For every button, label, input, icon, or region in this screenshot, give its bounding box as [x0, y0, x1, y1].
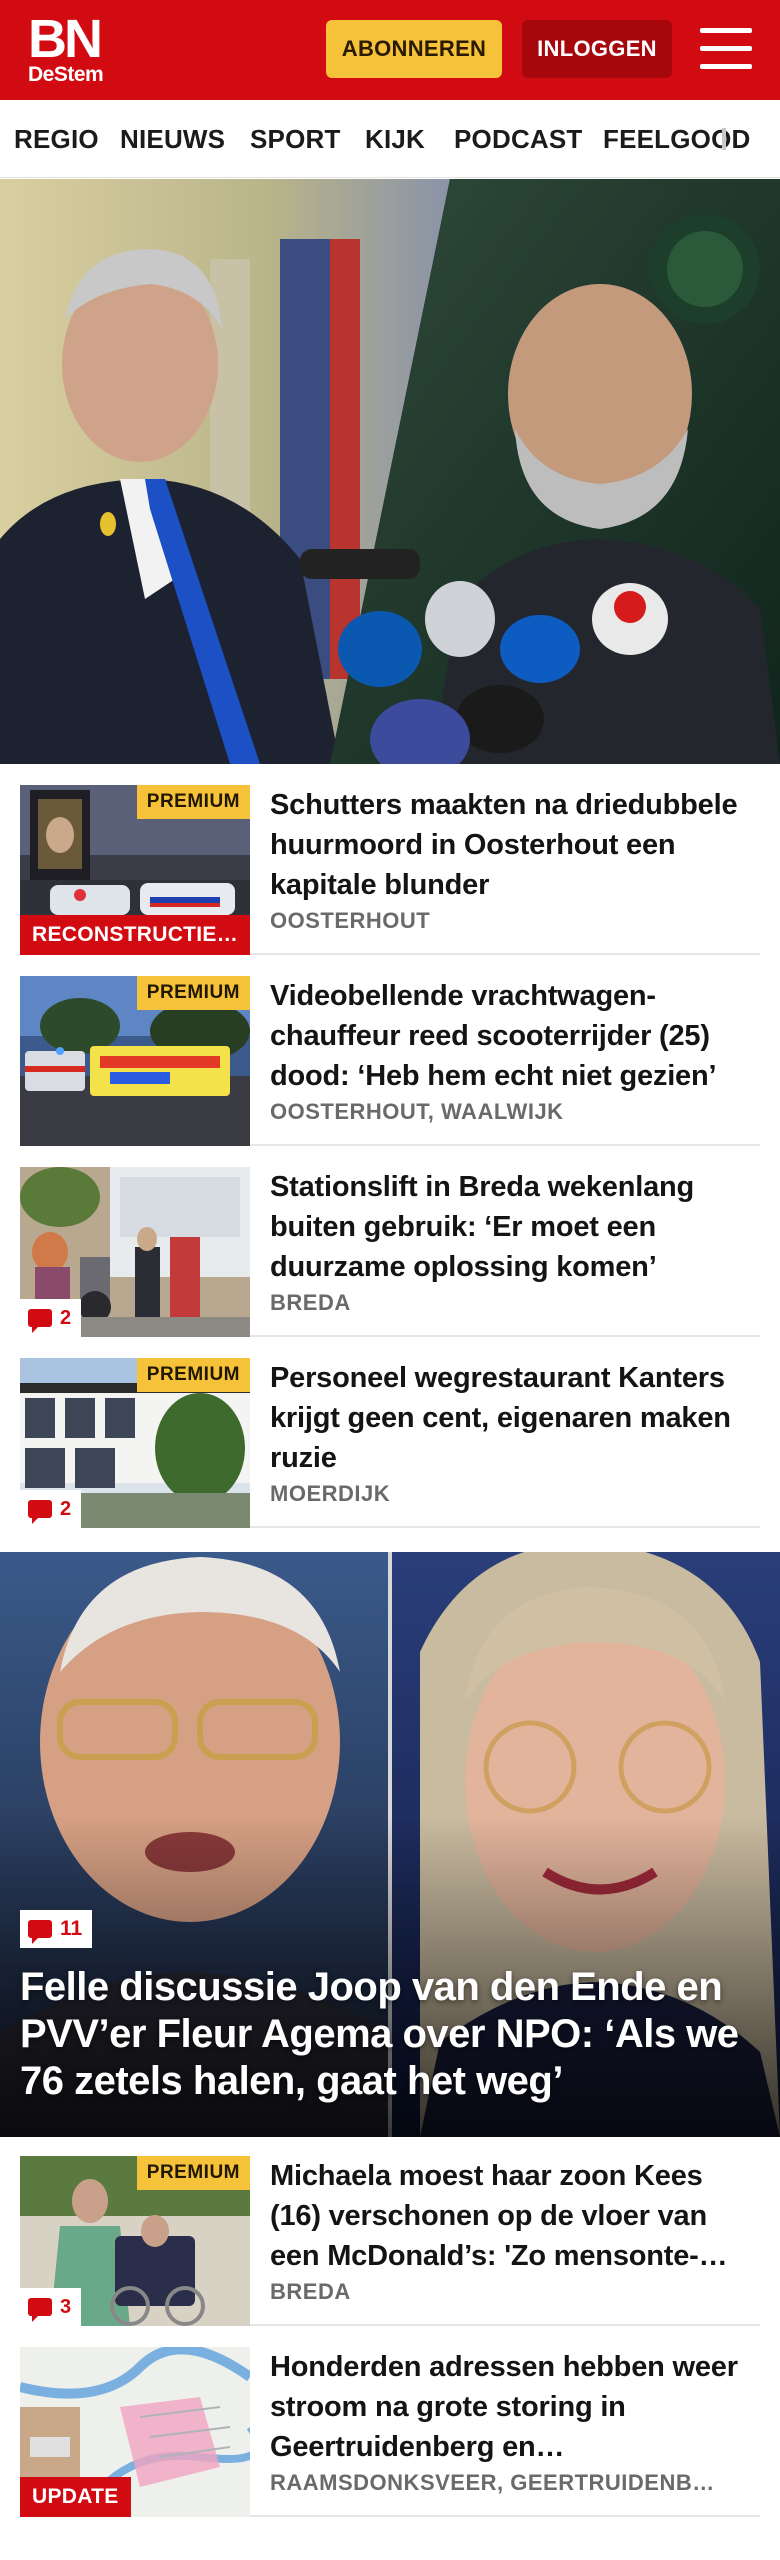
logo-main-text: BN	[28, 9, 103, 69]
comment-icon	[28, 1309, 52, 1333]
reconstructie-label: RECONSTRUCTIE ...	[20, 915, 250, 955]
comment-count: 2	[60, 1498, 72, 1520]
comment-count-badge[interactable]: 2	[20, 1299, 82, 1337]
article-title[interactable]: Stationslift in Breda wekenlang buiten g…	[270, 1167, 760, 1287]
site-header: BN DeStem ABONNEREN INLOGGEN	[0, 0, 780, 100]
article-item[interactable]: PREMIUM 2 Personeel wegrestaurant Kanter…	[20, 1338, 760, 1528]
article-location-tag: BREDA	[270, 1290, 351, 1315]
nav-overflow-indicator	[722, 128, 726, 150]
login-button[interactable]: INLOGGEN	[522, 20, 672, 78]
menu-icon[interactable]	[700, 26, 752, 72]
nav-item-sport[interactable]: SPORT	[250, 100, 341, 177]
article-location-tag: OOSTERHOUT, WAALWIJK	[270, 1099, 564, 1124]
nav-item-regio[interactable]: REGIO	[14, 100, 99, 177]
comment-count-badge[interactable]: 2	[20, 1490, 82, 1528]
nav-item-podcast[interactable]: PODCAST	[454, 100, 583, 177]
site-logo[interactable]: BN DeStem	[28, 9, 118, 88]
article-thumbnail: PREMIUM	[20, 976, 250, 1146]
article-title[interactable]: Michaela moest haar zoon Kees (16) versc…	[270, 2156, 760, 2276]
premium-badge: PREMIUM	[136, 976, 250, 1010]
article-location-tag: RAAMSDONKSVEER, GEERTRUIDENB…	[270, 2470, 715, 2495]
article-title[interactable]: Schutters maakten na driedubbele huurmoo…	[270, 785, 760, 905]
comment-icon	[28, 2298, 52, 2322]
article-location-tag: BREDA	[270, 2279, 351, 2304]
article-thumbnail: 2	[20, 1167, 250, 1337]
article-location-tag: MOERDIJK	[270, 1481, 391, 1506]
article-thumbnail: PREMIUM RECONSTRUCTIE ...	[20, 785, 250, 955]
comment-count-badge[interactable]: 3	[20, 2288, 82, 2326]
feature-title[interactable]: Felle discussie Joop van den Ende en PVV…	[20, 1964, 760, 2105]
nav-item-kijk[interactable]: KIJK	[365, 100, 425, 177]
premium-badge: PREMIUM	[136, 2156, 250, 2190]
comment-count-badge[interactable]: 11	[20, 1910, 93, 1948]
comment-count: 3	[60, 2296, 72, 2318]
hero-illustration	[0, 179, 780, 764]
article-title[interactable]: Videobellende vrachtwagen-chauffeur reed…	[270, 976, 760, 1096]
article-item[interactable]: 2 Stationslift in Breda wekenlang buiten…	[20, 1147, 760, 1337]
update-label: UPDATE	[20, 2477, 131, 2517]
feature-article[interactable]: 11 Felle discussie Joop van den Ende en …	[0, 1552, 780, 2137]
article-title[interactable]: Honderden adressen hebben weer stroom na…	[270, 2347, 760, 2467]
comment-icon	[28, 1500, 52, 1524]
logo-sub-text: DeStem	[28, 63, 104, 86]
article-thumbnail: UPDATE	[20, 2347, 250, 2517]
premium-badge: PREMIUM	[136, 785, 250, 819]
comment-icon	[28, 1920, 52, 1944]
hero-image[interactable]	[0, 179, 780, 764]
nav-item-nieuws[interactable]: NIEUWS	[120, 100, 225, 177]
article-item[interactable]: PREMIUM Videobellende vrachtwagen-chauff…	[20, 956, 760, 1146]
premium-badge: PREMIUM	[136, 1358, 250, 1392]
article-item[interactable]: PREMIUM RECONSTRUCTIE ... Schutters maak…	[20, 765, 760, 955]
subscribe-button[interactable]: ABONNEREN	[326, 20, 502, 78]
article-thumbnail: PREMIUM 3	[20, 2156, 250, 2326]
nav-item-feelgood[interactable]: FEELGOOD	[603, 100, 751, 177]
article-item[interactable]: UPDATE Honderden adressen hebben weer st…	[20, 2327, 760, 2517]
article-thumbnail: PREMIUM 2	[20, 1358, 250, 1528]
article-title[interactable]: Personeel wegrestaurant Kanters krijgt g…	[270, 1358, 760, 1478]
comment-count: 11	[60, 1917, 83, 1940]
article-item[interactable]: PREMIUM 3 Michaela moest haar zoon Kees …	[20, 2136, 760, 2326]
article-location-tag: OOSTERHOUT	[270, 908, 431, 933]
comment-count: 2	[60, 1307, 72, 1329]
section-nav: REGIO NIEUWS SPORT KIJK PODCAST FEELGOOD	[0, 100, 780, 178]
